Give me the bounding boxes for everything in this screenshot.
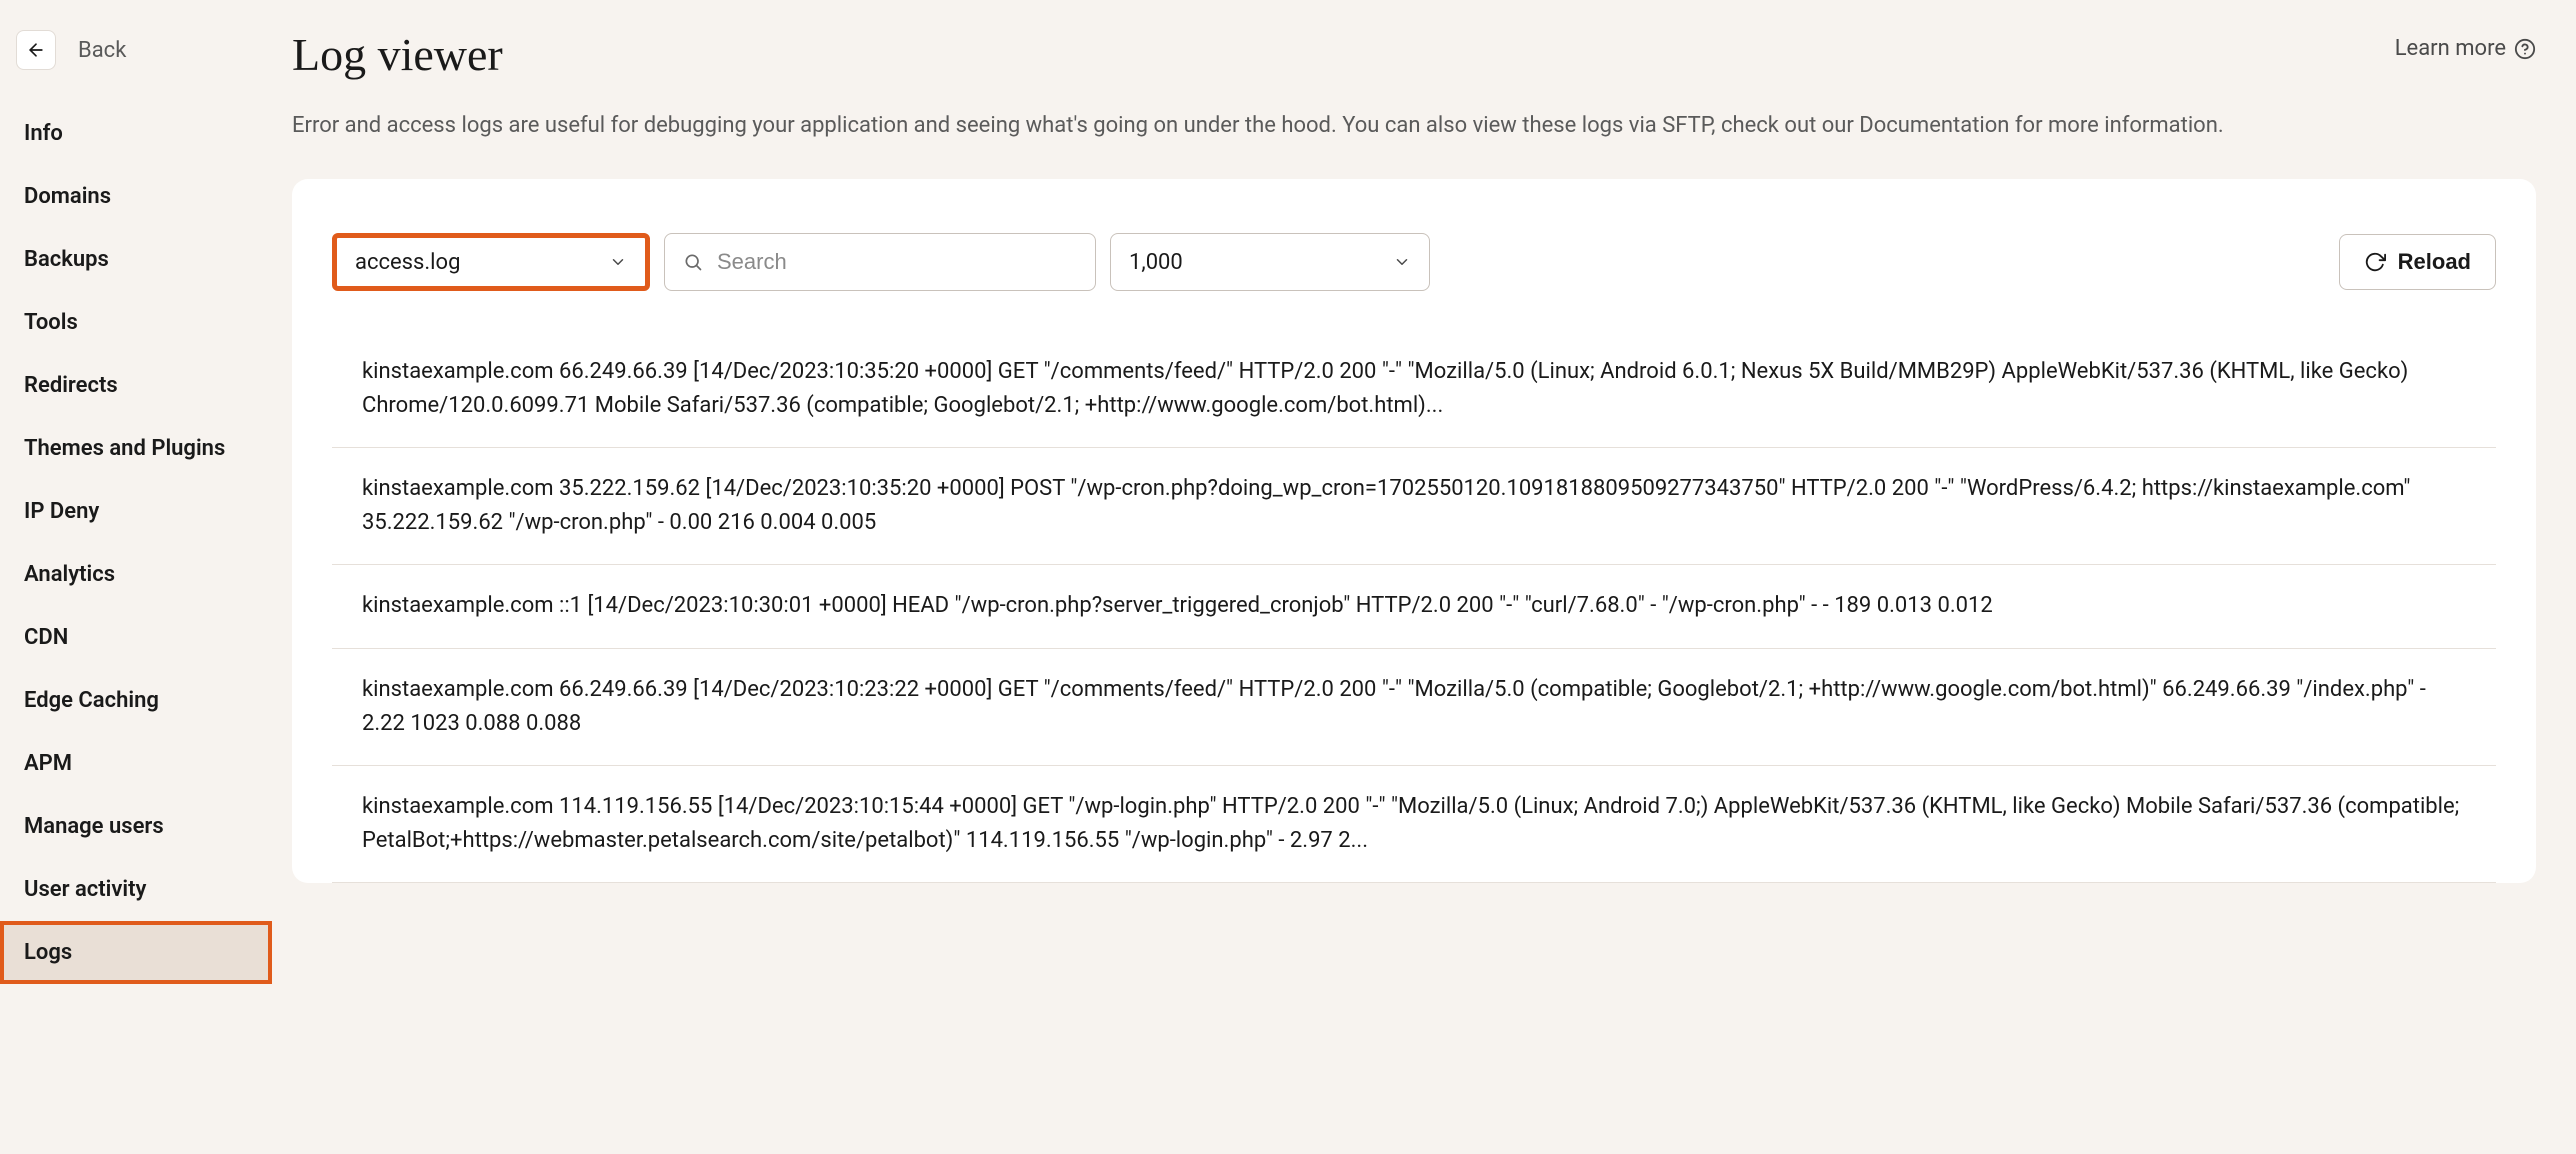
chevron-down-icon	[1393, 253, 1411, 271]
arrow-left-icon	[16, 30, 56, 70]
sidebar-item-edge-caching[interactable]: Edge Caching	[0, 669, 272, 732]
reload-icon	[2364, 251, 2386, 273]
row-count-value: 1,000	[1129, 246, 1183, 279]
sidebar-item-tools[interactable]: Tools	[0, 291, 272, 354]
sidebar-item-manage-users[interactable]: Manage users	[0, 795, 272, 858]
main-content: Log viewer Learn more Error and access l…	[272, 0, 2576, 1154]
sidebar-nav: Info Domains Backups Tools Redirects The…	[0, 102, 272, 984]
search-box	[664, 233, 1096, 291]
sidebar-item-redirects[interactable]: Redirects	[0, 354, 272, 417]
sidebar-item-apm[interactable]: APM	[0, 732, 272, 795]
reload-button[interactable]: Reload	[2339, 234, 2496, 290]
search-input[interactable]	[717, 249, 1077, 275]
controls-row: access.log 1,000 Reload	[332, 233, 2496, 291]
sidebar: Back Info Domains Backups Tools Redirect…	[0, 0, 272, 1154]
log-row[interactable]: kinstaexample.com 66.249.66.39 [14/Dec/2…	[332, 331, 2496, 448]
sidebar-item-user-activity[interactable]: User activity	[0, 858, 272, 921]
row-count-select[interactable]: 1,000	[1110, 233, 1430, 291]
sidebar-item-cdn[interactable]: CDN	[0, 606, 272, 669]
sidebar-item-analytics[interactable]: Analytics	[0, 543, 272, 606]
log-list: kinstaexample.com 66.249.66.39 [14/Dec/2…	[332, 331, 2496, 883]
reload-label: Reload	[2398, 249, 2471, 275]
sidebar-item-ip-deny[interactable]: IP Deny	[0, 480, 272, 543]
sidebar-item-backups[interactable]: Backups	[0, 228, 272, 291]
log-row[interactable]: kinstaexample.com ::1 [14/Dec/2023:10:30…	[332, 565, 2496, 648]
log-row[interactable]: kinstaexample.com 35.222.159.62 [14/Dec/…	[332, 448, 2496, 565]
back-button[interactable]: Back	[0, 8, 272, 92]
back-label: Back	[78, 34, 126, 67]
sidebar-item-domains[interactable]: Domains	[0, 165, 272, 228]
log-row[interactable]: kinstaexample.com 66.249.66.39 [14/Dec/2…	[332, 649, 2496, 766]
sidebar-item-logs[interactable]: Logs	[0, 921, 272, 984]
sidebar-item-info[interactable]: Info	[0, 102, 272, 165]
log-row[interactable]: kinstaexample.com 114.119.156.55 [14/Dec…	[332, 766, 2496, 883]
learn-more-link[interactable]: Learn more	[2395, 20, 2536, 65]
chevron-down-icon	[609, 253, 627, 271]
sidebar-item-themes-plugins[interactable]: Themes and Plugins	[0, 417, 272, 480]
page-title: Log viewer	[292, 20, 503, 89]
search-icon	[683, 252, 703, 272]
log-file-select[interactable]: access.log	[332, 233, 650, 291]
log-card: access.log 1,000 Reload kinsta	[292, 179, 2536, 883]
learn-more-label: Learn more	[2395, 32, 2506, 65]
page-description: Error and access logs are useful for deb…	[292, 109, 2536, 143]
log-file-value: access.log	[355, 246, 460, 279]
help-icon	[2514, 38, 2536, 60]
